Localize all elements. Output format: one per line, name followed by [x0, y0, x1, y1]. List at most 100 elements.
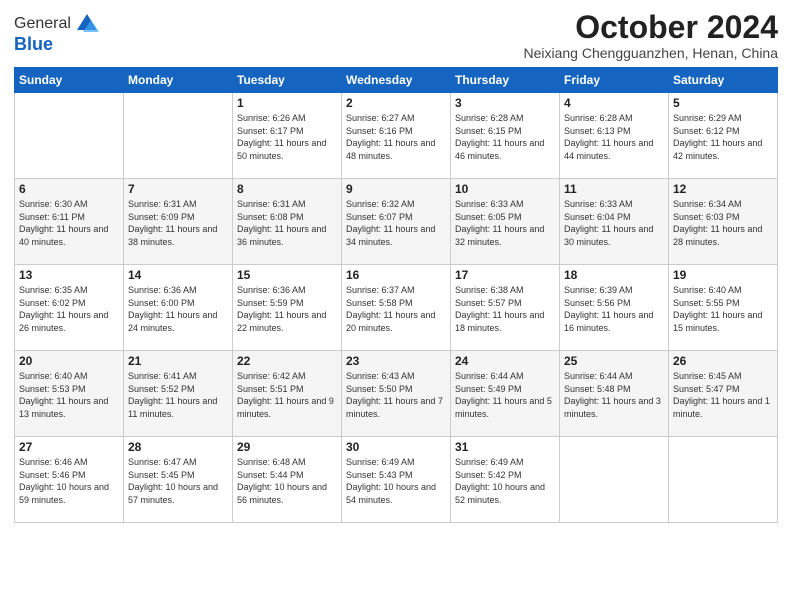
- day-number: 28: [128, 440, 228, 454]
- day-number: 23: [346, 354, 446, 368]
- table-row: [669, 437, 778, 523]
- day-info: Sunrise: 6:49 AMSunset: 5:43 PMDaylight:…: [346, 456, 446, 506]
- col-saturday: Saturday: [669, 68, 778, 93]
- day-info: Sunrise: 6:47 AMSunset: 5:45 PMDaylight:…: [128, 456, 228, 506]
- col-friday: Friday: [560, 68, 669, 93]
- table-row: 14 Sunrise: 6:36 AMSunset: 6:00 PMDayligh…: [124, 265, 233, 351]
- day-info: Sunrise: 6:49 AMSunset: 5:42 PMDaylight:…: [455, 456, 555, 506]
- day-number: 7: [128, 182, 228, 196]
- table-row: 16Sunrise: 6:37 AMSunset: 5:58 PMDayligh…: [342, 265, 451, 351]
- table-row: 25 Sunrise: 6:44 AMSunset: 5:48 PMDayligh…: [560, 351, 669, 437]
- table-row: 12Sunrise: 6:34 AMSunset: 6:03 PMDayligh…: [669, 179, 778, 265]
- day-number: 1: [237, 96, 337, 110]
- day-info: Sunrise: 6:36 AMSunset: 6:00 PMDaylight:…: [128, 284, 228, 334]
- day-info: Sunrise: 6:31 AMSunset: 6:09 PMDaylight:…: [128, 198, 228, 248]
- day-info: Sunrise: 6:45 AMSunset: 5:47 PMDaylight:…: [673, 370, 773, 420]
- day-info: Sunrise: 6:44 AMSunset: 5:49 PMDaylight:…: [455, 370, 555, 420]
- day-number: 24: [455, 354, 555, 368]
- table-row: 1 Sunrise: 6:26 AMSunset: 6:17 PMDaylight…: [233, 93, 342, 179]
- day-number: 29: [237, 440, 337, 454]
- table-row: 11 Sunrise: 6:33 AMSunset: 6:04 PMDayligh…: [560, 179, 669, 265]
- day-info: Sunrise: 6:39 AMSunset: 5:56 PMDaylight:…: [564, 284, 664, 334]
- calendar-header-row: Sunday Monday Tuesday Wednesday Thursday…: [15, 68, 778, 93]
- logo-general-text: General: [14, 15, 71, 33]
- day-number: 13: [19, 268, 119, 282]
- day-info: Sunrise: 6:33 AMSunset: 6:04 PMDaylight:…: [564, 198, 664, 248]
- table-row: 21 Sunrise: 6:41 AMSunset: 5:52 PMDayligh…: [124, 351, 233, 437]
- day-info: Sunrise: 6:33 AMSunset: 6:05 PMDaylight:…: [455, 198, 555, 248]
- location: Neixiang Chengguanzhen, Henan, China: [523, 45, 778, 61]
- day-info: Sunrise: 6:44 AMSunset: 5:48 PMDaylight:…: [564, 370, 664, 420]
- day-info: Sunrise: 6:34 AMSunset: 6:03 PMDaylight:…: [673, 198, 773, 248]
- day-info: Sunrise: 6:27 AMSunset: 6:16 PMDaylight:…: [346, 112, 446, 162]
- day-number: 4: [564, 96, 664, 110]
- day-number: 19: [673, 268, 773, 282]
- page-header: General Blue October 2024 Neixiang Cheng…: [14, 10, 778, 61]
- table-row: [124, 93, 233, 179]
- table-row: [15, 93, 124, 179]
- table-row: 5Sunrise: 6:29 AMSunset: 6:12 PMDaylight…: [669, 93, 778, 179]
- table-row: 19 Sunrise: 6:40 AMSunset: 5:55 PMDayligh…: [669, 265, 778, 351]
- day-info: Sunrise: 6:28 AMSunset: 6:13 PMDaylight:…: [564, 112, 664, 162]
- day-info: Sunrise: 6:42 AMSunset: 5:51 PMDaylight:…: [237, 370, 337, 420]
- day-info: Sunrise: 6:35 AMSunset: 6:02 PMDaylight:…: [19, 284, 119, 334]
- calendar-week-row: 13 Sunrise: 6:35 AMSunset: 6:02 PMDayligh…: [15, 265, 778, 351]
- day-number: 14: [128, 268, 228, 282]
- logo: General Blue: [14, 10, 101, 55]
- day-number: 20: [19, 354, 119, 368]
- day-number: 25: [564, 354, 664, 368]
- day-number: 30: [346, 440, 446, 454]
- day-number: 8: [237, 182, 337, 196]
- table-row: 26 Sunrise: 6:45 AMSunset: 5:47 PMDayligh…: [669, 351, 778, 437]
- table-row: 24 Sunrise: 6:44 AMSunset: 5:49 PMDayligh…: [451, 351, 560, 437]
- day-info: Sunrise: 6:40 AMSunset: 5:53 PMDaylight:…: [19, 370, 119, 420]
- table-row: 28 Sunrise: 6:47 AMSunset: 5:45 PMDayligh…: [124, 437, 233, 523]
- logo-icon: [73, 10, 101, 38]
- day-number: 5: [673, 96, 773, 110]
- table-row: 27 Sunrise: 6:46 AMSunset: 5:46 PMDayligh…: [15, 437, 124, 523]
- calendar-week-row: 1 Sunrise: 6:26 AMSunset: 6:17 PMDaylight…: [15, 93, 778, 179]
- table-row: 22Sunrise: 6:42 AMSunset: 5:51 PMDayligh…: [233, 351, 342, 437]
- day-info: Sunrise: 6:30 AMSunset: 6:11 PMDaylight:…: [19, 198, 119, 248]
- table-row: 31 Sunrise: 6:49 AMSunset: 5:42 PMDayligh…: [451, 437, 560, 523]
- table-row: 9Sunrise: 6:32 AMSunset: 6:07 PMDaylight…: [342, 179, 451, 265]
- day-info: Sunrise: 6:36 AMSunset: 5:59 PMDaylight:…: [237, 284, 337, 334]
- day-number: 11: [564, 182, 664, 196]
- table-row: 7 Sunrise: 6:31 AMSunset: 6:09 PMDaylight…: [124, 179, 233, 265]
- day-info: Sunrise: 6:43 AMSunset: 5:50 PMDaylight:…: [346, 370, 446, 420]
- day-info: Sunrise: 6:37 AMSunset: 5:58 PMDaylight:…: [346, 284, 446, 334]
- day-number: 10: [455, 182, 555, 196]
- table-row: 17Sunrise: 6:38 AMSunset: 5:57 PMDayligh…: [451, 265, 560, 351]
- table-row: [560, 437, 669, 523]
- day-info: Sunrise: 6:32 AMSunset: 6:07 PMDaylight:…: [346, 198, 446, 248]
- day-info: Sunrise: 6:46 AMSunset: 5:46 PMDaylight:…: [19, 456, 119, 506]
- col-monday: Monday: [124, 68, 233, 93]
- table-row: 4 Sunrise: 6:28 AMSunset: 6:13 PMDaylight…: [560, 93, 669, 179]
- table-row: 10 Sunrise: 6:33 AMSunset: 6:05 PMDayligh…: [451, 179, 560, 265]
- day-number: 26: [673, 354, 773, 368]
- col-sunday: Sunday: [15, 68, 124, 93]
- table-row: 30 Sunrise: 6:49 AMSunset: 5:43 PMDayligh…: [342, 437, 451, 523]
- table-row: 8Sunrise: 6:31 AMSunset: 6:08 PMDaylight…: [233, 179, 342, 265]
- day-number: 31: [455, 440, 555, 454]
- day-number: 27: [19, 440, 119, 454]
- table-row: 18Sunrise: 6:39 AMSunset: 5:56 PMDayligh…: [560, 265, 669, 351]
- day-number: 3: [455, 96, 555, 110]
- col-wednesday: Wednesday: [342, 68, 451, 93]
- col-tuesday: Tuesday: [233, 68, 342, 93]
- calendar-table: Sunday Monday Tuesday Wednesday Thursday…: [14, 67, 778, 523]
- day-info: Sunrise: 6:41 AMSunset: 5:52 PMDaylight:…: [128, 370, 228, 420]
- calendar-week-row: 6 Sunrise: 6:30 AMSunset: 6:11 PMDaylight…: [15, 179, 778, 265]
- calendar-week-row: 20 Sunrise: 6:40 AMSunset: 5:53 PMDayligh…: [15, 351, 778, 437]
- table-row: 13 Sunrise: 6:35 AMSunset: 6:02 PMDayligh…: [15, 265, 124, 351]
- table-row: 29Sunrise: 6:48 AMSunset: 5:44 PMDayligh…: [233, 437, 342, 523]
- day-number: 21: [128, 354, 228, 368]
- table-row: 2Sunrise: 6:27 AMSunset: 6:16 PMDaylight…: [342, 93, 451, 179]
- day-info: Sunrise: 6:40 AMSunset: 5:55 PMDaylight:…: [673, 284, 773, 334]
- table-row: 23 Sunrise: 6:43 AMSunset: 5:50 PMDayligh…: [342, 351, 451, 437]
- day-number: 6: [19, 182, 119, 196]
- month-title: October 2024: [523, 10, 778, 45]
- day-number: 15: [237, 268, 337, 282]
- table-row: 20 Sunrise: 6:40 AMSunset: 5:53 PMDayligh…: [15, 351, 124, 437]
- day-info: Sunrise: 6:26 AMSunset: 6:17 PMDaylight:…: [237, 112, 337, 162]
